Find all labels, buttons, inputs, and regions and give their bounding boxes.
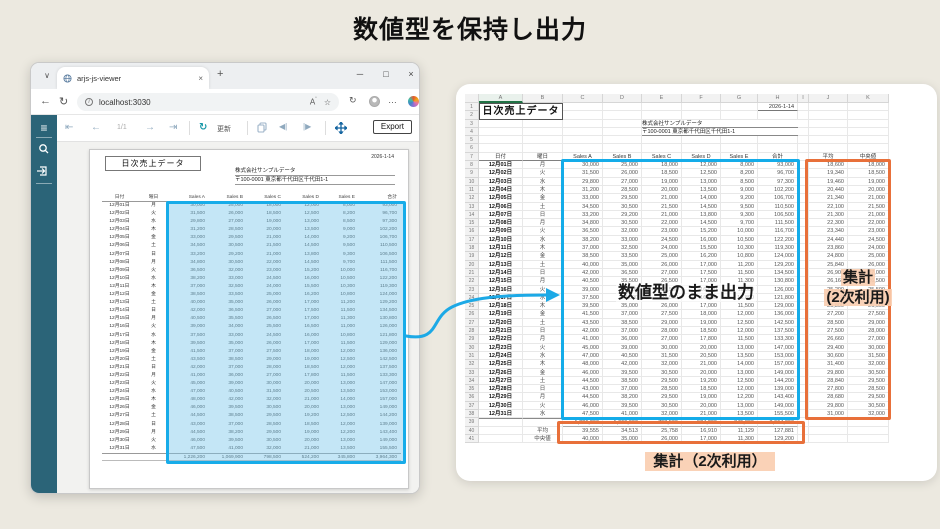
reload-icon[interactable]: ↻ — [59, 95, 68, 108]
sidebar-divider — [36, 183, 52, 184]
site-info-icon[interactable]: i — [85, 98, 93, 106]
sidebar-divider — [36, 137, 52, 138]
first-page-icon[interactable]: ⇤ — [65, 122, 73, 133]
menu-hamburger-icon[interactable]: ≡ — [31, 121, 57, 135]
read-aloud-icon[interactable]: Aˆ — [310, 97, 317, 107]
page-indicator: 1/1 — [117, 124, 127, 131]
tab-strip: ∨ arjs-js-viewer × + ─ □ × — [31, 63, 419, 89]
sheet-company-address: 〒100-0001 東京都千代田区千代田1-1 — [642, 128, 798, 136]
sheet-row[interactable]: 5 — [465, 136, 889, 144]
export-button[interactable]: Export — [373, 120, 412, 134]
last-page-icon[interactable]: ⇥ — [169, 122, 177, 133]
tab-title: arjs-js-viewer — [77, 74, 198, 83]
tab-arjs-js-viewer[interactable]: arjs-js-viewer × — [57, 67, 209, 89]
sheet-row[interactable]: 6 — [465, 144, 889, 152]
sheet-company-name: 株式会社サンプルデータ — [642, 120, 798, 128]
copy-pages-icon[interactable] — [257, 122, 268, 133]
favorite-star-icon[interactable]: ☆ — [324, 98, 331, 107]
refresh-label[interactable]: 更新 — [217, 124, 231, 134]
url-text: localhost:3030 — [99, 98, 303, 107]
history-back-icon[interactable]: ◀| — [279, 122, 287, 131]
new-tab-button[interactable]: + — [217, 68, 223, 80]
next-page-icon[interactable]: → — [145, 122, 155, 133]
spreadsheet-panel: ABCDEFGHIJK12026-1-14234567日付曜日Sales ASa… — [456, 84, 937, 481]
maximize-button[interactable]: □ — [379, 69, 393, 79]
pan-move-icon[interactable] — [335, 122, 347, 134]
viewer-toolbar: ⇤ ← 1/1 → ⇥ ↻ 更新 ◀| |▶ — [57, 115, 419, 142]
copilot-icon[interactable] — [408, 96, 419, 107]
report-page: 日次売上データ 2026-1-14 株式会社サンプルデータ 〒100-0001 … — [89, 149, 409, 489]
address-field[interactable]: i localhost:3030 Aˆ ☆ — [77, 93, 339, 111]
toolbar-divider — [325, 121, 326, 135]
export-panel-icon[interactable] — [31, 165, 57, 177]
refresh-icon[interactable]: ↻ — [199, 122, 207, 133]
viewer-content: 日次売上データ 2026-1-14 株式会社サンプルデータ 〒100-0001 … — [57, 142, 419, 493]
aggregate-side-label: 集計 (2次利用) — [808, 268, 908, 308]
viewer-sidebar: ≡ — [31, 115, 57, 493]
profile-avatar[interactable] — [369, 96, 380, 107]
search-icon[interactable] — [31, 143, 57, 155]
globe-icon — [63, 74, 72, 83]
sync-icon[interactable]: ↻ — [349, 95, 357, 106]
back-icon[interactable]: ← — [40, 95, 51, 107]
prev-page-icon[interactable]: ← — [91, 122, 101, 133]
aggregate-rows-box — [557, 421, 805, 444]
numeric-highlight-box — [166, 201, 406, 464]
report-title: 日次売上データ — [105, 156, 201, 171]
sheet-title: 日次売上データ — [479, 103, 563, 120]
minimize-button[interactable]: ─ — [353, 69, 367, 79]
settings-dots-icon[interactable]: … — [388, 95, 397, 105]
report-date: 2026-1-14 — [371, 154, 394, 160]
page-title: 数値型を保持し出力 — [0, 10, 940, 46]
report-company-block: 株式会社サンプルデータ 〒100-0001 東京都千代田区千代田1-1 — [235, 167, 395, 185]
numeric-output-label: 数値型のまま出力 — [580, 278, 792, 303]
url-bar: ← ↻ i localhost:3030 Aˆ ☆ ↻ … — [31, 89, 419, 115]
tab-list-chevron-icon[interactable]: ∨ — [39, 68, 55, 84]
browser-window: ∨ arjs-js-viewer × + ─ □ × ← ↻ i localho… — [30, 62, 420, 494]
tab-close-icon[interactable]: × — [198, 74, 203, 83]
company-address: 〒100-0001 東京都千代田区千代田1-1 — [235, 176, 395, 185]
toolbar-divider — [247, 121, 248, 135]
toolbar-divider — [189, 121, 190, 135]
company-name: 株式会社サンプルデータ — [235, 167, 395, 176]
aggregate-bottom-label: 集計（2次利用） — [600, 450, 820, 471]
close-button[interactable]: × — [404, 69, 418, 79]
history-forward-icon[interactable]: |▶ — [303, 122, 311, 131]
